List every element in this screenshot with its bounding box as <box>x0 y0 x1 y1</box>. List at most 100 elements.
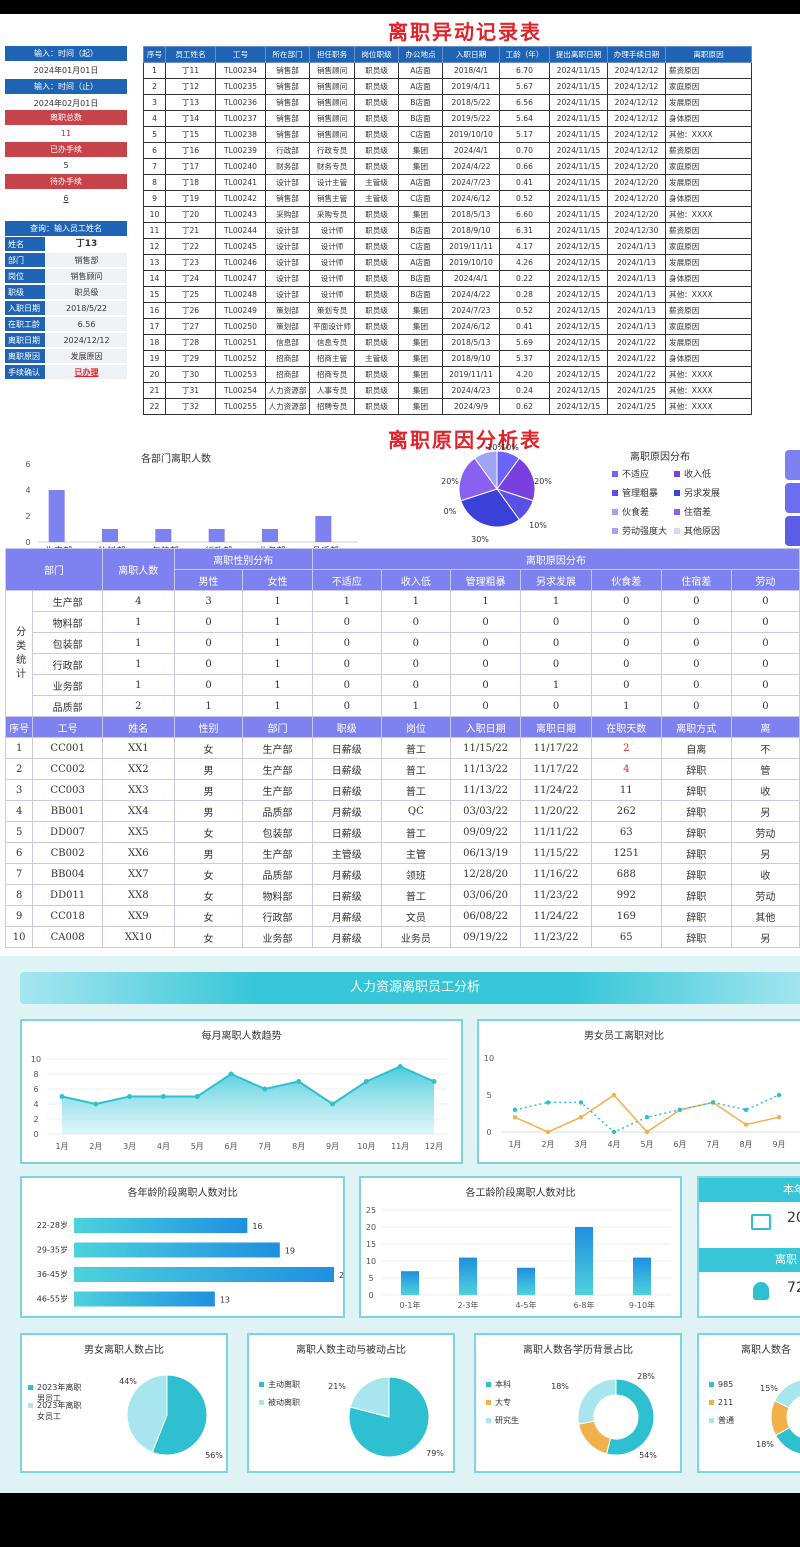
record-cell: 0.52 <box>499 190 550 207</box>
reason-cell: 0 <box>380 674 451 696</box>
pie-label: 0% <box>444 507 457 516</box>
record-cell: 发展原因 <box>665 94 752 111</box>
staff-cell: 262 <box>590 800 662 822</box>
record-cell: 6.31 <box>499 222 550 239</box>
end-time-input[interactable]: 2024年02月01日 <box>5 96 127 111</box>
record-cell: 14 <box>143 270 166 287</box>
staff-cell: 10 <box>4 926 34 948</box>
x-tick-label: 5月 <box>191 1142 204 1151</box>
table-row: 21 丁31 TL00254 人力资源部 人事专员 职员级 集团 2024/4/23 0.24 2… <box>143 382 752 399</box>
record-cell: 设计部 <box>265 222 310 239</box>
dept-cell: 物料部 <box>32 611 103 633</box>
staff-cell: 12/28/20 <box>449 863 522 885</box>
done-label: 已办手续 <box>5 142 127 157</box>
y-tick-label: 4 <box>25 486 30 495</box>
x-tick-label: 9月 <box>772 1140 785 1149</box>
record-cell: 10 <box>143 206 166 223</box>
staff-cell: 日薪级 <box>311 737 382 759</box>
legend-label: 被动离职 <box>268 1397 300 1407</box>
record-cell: 2024/12/15 <box>549 398 608 415</box>
reason-cell: 0 <box>730 674 800 696</box>
record-cell: 财务专员 <box>309 158 355 175</box>
school-panel: 离职人数各 15% 18% 985 211 普通 <box>697 1333 800 1473</box>
reason-cell: 1 <box>380 590 451 612</box>
query-field-key: 岗位 <box>5 269 45 283</box>
bar <box>315 516 332 542</box>
people-icon <box>753 1282 769 1300</box>
side-card-2 <box>785 483 800 513</box>
staff-cell: 女 <box>173 863 244 885</box>
staff-cell: 11/23/22 <box>520 884 592 906</box>
record-cell: 丁27 <box>165 318 216 335</box>
record-cell: 职员级 <box>354 398 399 415</box>
record-cell: TL00250 <box>215 318 266 335</box>
reason-cell: 1 <box>449 590 522 612</box>
bar <box>459 1257 477 1295</box>
record-cell: 职员级 <box>354 254 399 271</box>
data-point <box>330 1101 336 1107</box>
record-cell: 2024/12/20 <box>607 158 666 175</box>
data-point <box>296 1079 302 1084</box>
staff-cell: 自离 <box>660 737 732 759</box>
dept-bar-chart: 0246生产部物料部包装部行政部业务部品质部 <box>25 460 358 549</box>
record-cell: 2019/4/11 <box>442 78 500 95</box>
reason-cell: 0 <box>590 632 662 654</box>
record-cell: 身体原因 <box>665 190 752 207</box>
y-tick-label: 8 <box>33 1070 38 1079</box>
record-cell: 销售部 <box>265 126 310 143</box>
staff-header: 工号 <box>32 716 103 738</box>
record-header: 工号 <box>215 46 266 63</box>
record-cell: 招商部 <box>265 366 310 383</box>
x-tick-label: 12月 <box>425 1142 443 1151</box>
record-cell: 4.17 <box>499 238 550 255</box>
record-cell: 其他：XXXX <box>665 206 752 223</box>
record-cell: 设计师 <box>309 254 355 271</box>
summary-card2-value: 72 <box>787 1280 800 1296</box>
data-label: 24 <box>339 1271 344 1280</box>
staff-cell: 63 <box>590 821 662 843</box>
employee-name-input[interactable]: 丁13 <box>46 237 127 251</box>
record-cell: 0.41 <box>499 318 550 335</box>
query-field-row: 姓名 丁13 <box>5 237 127 252</box>
reason-cell: 0 <box>730 695 800 717</box>
male-header: 男性 <box>173 569 244 591</box>
record-cell: 2024/12/15 <box>549 286 608 303</box>
male-cell: 1 <box>173 695 244 717</box>
record-cell: 集团 <box>398 398 443 415</box>
pie-label: 44% <box>119 1377 137 1386</box>
staff-header: 职级 <box>311 716 382 738</box>
staff-cell: 收 <box>730 863 800 885</box>
query-field-value: 6.56 <box>46 317 127 331</box>
y-tick-label: 2 <box>33 1115 38 1124</box>
record-cell: 6 <box>143 142 166 159</box>
staff-cell: CA008 <box>32 926 103 948</box>
record-cell: 丁24 <box>165 270 216 287</box>
record-header: 离职原因 <box>665 46 752 63</box>
pie-label: 79% <box>426 1449 444 1458</box>
record-cell: A店面 <box>398 62 443 79</box>
table-row: 1 丁11 TL00234 销售部 销售顾问 职员级 A店面 2018/4/1 6.70 2024… <box>143 62 752 79</box>
start-time-input[interactable]: 2024年01月01日 <box>5 63 127 78</box>
staff-cell: BB004 <box>32 863 103 885</box>
gender-share-pie: 56%44%2023年离职男员工2023年离职女员工 <box>28 1374 223 1460</box>
age-bar-chart: 22-28岁 16 29-35岁 19 36-45岁 24 46-55岁 13 <box>37 1218 344 1307</box>
start-time-label: 输入：时间（起） <box>5 46 127 61</box>
record-cell: 5.69 <box>499 334 550 351</box>
legend-row: 伙食差 住宿差 <box>612 504 762 523</box>
record-cell: 销售部 <box>265 190 310 207</box>
data-point <box>611 1129 617 1135</box>
staff-cell: XX10 <box>101 926 175 948</box>
x-tick-label: 3月 <box>574 1140 587 1149</box>
record-cell: 4.26 <box>499 254 550 271</box>
record-cell: TL00241 <box>215 174 266 191</box>
query-field-key: 离职原因 <box>5 349 45 363</box>
count-cell: 4 <box>101 590 175 612</box>
query-field-row: 离职原因 发展原因 <box>5 349 127 364</box>
staff-cell: 收 <box>730 779 800 801</box>
record-cell: 设计主管 <box>309 174 355 191</box>
x-tick-label: 2月 <box>89 1142 102 1151</box>
record-cell: TL00254 <box>215 382 266 399</box>
record-cell: 销售部 <box>265 78 310 95</box>
staff-cell: 09/19/22 <box>449 926 522 948</box>
record-cell: 主管级 <box>354 350 399 367</box>
